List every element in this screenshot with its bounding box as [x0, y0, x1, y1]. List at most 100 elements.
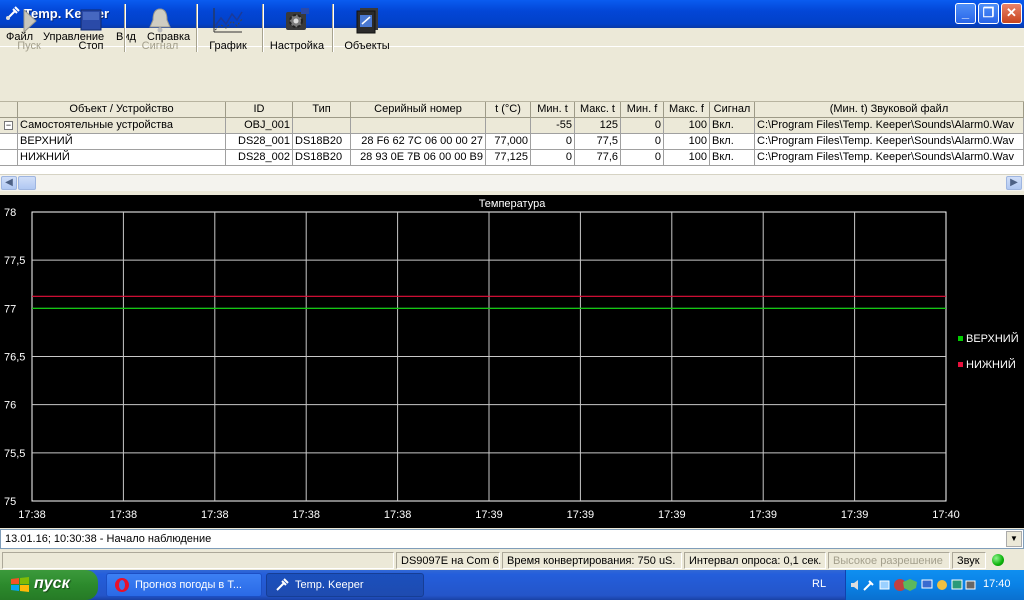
- security-icon: [903, 579, 917, 591]
- objects-button[interactable]: Объекты: [340, 4, 394, 54]
- monitor-icon: [921, 579, 933, 589]
- chart-button[interactable]: График: [204, 4, 252, 54]
- status-resolution: Высокое разрешение: [828, 552, 950, 569]
- cell-id: DS28_002: [226, 150, 293, 166]
- cell-serial: 28 93 0E 7B 06 00 00 B9: [351, 150, 486, 166]
- language-indicator[interactable]: RL: [812, 578, 826, 590]
- scroll-right-button[interactable]: ▶: [1006, 176, 1022, 190]
- cell-min-t: -55: [531, 118, 575, 134]
- cell-max-f: 100: [664, 118, 710, 134]
- x-tick-label: 17:39: [658, 509, 686, 521]
- y-tick-label: 75,5: [4, 448, 25, 460]
- app-tray-icon: [863, 580, 874, 591]
- cell-temp: [486, 118, 531, 134]
- start-button[interactable]: Пуск: [4, 4, 54, 54]
- close-button[interactable]: ✕: [1001, 3, 1022, 24]
- row-indent-cell: [0, 134, 18, 150]
- cell-max-t: 125: [575, 118, 621, 134]
- windows-logo-icon: [11, 577, 29, 592]
- cell-min-f: 0: [621, 134, 664, 150]
- stop-button[interactable]: Стоп: [64, 4, 118, 54]
- display-icon: [951, 579, 963, 590]
- chevron-left-icon: ◀: [5, 177, 13, 188]
- cell-min-t: 0: [531, 150, 575, 166]
- cell-type: DS18B20: [293, 150, 351, 166]
- stop-icon: [80, 9, 102, 31]
- col-min-t[interactable]: Мин. t: [531, 102, 575, 118]
- bell-icon: [149, 8, 171, 33]
- scroll-left-button[interactable]: ◀: [1, 176, 17, 190]
- event-log-combo[interactable]: 13.01.16; 10:30:38 - Начало наблюдение ▼: [0, 529, 1024, 549]
- objects-icon: [356, 8, 378, 34]
- x-tick-label: 17:38: [18, 509, 46, 521]
- gear-tray-icon: [937, 580, 947, 590]
- header-expander-col: [0, 102, 18, 118]
- device-icon: [965, 580, 976, 590]
- device-table: Объект / Устройство ID Тип Серийный номе…: [0, 102, 1024, 174]
- chevron-right-icon: ▶: [1010, 177, 1018, 188]
- collapse-icon[interactable]: −: [4, 121, 13, 130]
- status-interval: Интервал опроса: 0,1 сек.: [684, 552, 826, 569]
- cell-temp: 77,125: [486, 150, 531, 166]
- log-dropdown-button[interactable]: ▼: [1006, 531, 1022, 547]
- cell-serial: 28 F6 62 7C 06 00 00 27: [351, 134, 486, 150]
- minimize-icon: _: [961, 5, 970, 20]
- event-log-text: 13.01.16; 10:30:38 - Начало наблюдение: [5, 533, 212, 545]
- y-tick-label: 76,5: [4, 352, 25, 364]
- col-object[interactable]: Объект / Устройство: [18, 102, 226, 118]
- col-max-t[interactable]: Макс. t: [575, 102, 621, 118]
- row-indent-cell: [0, 150, 18, 166]
- table-row[interactable]: ВЕРХНИЙ DS28_001 DS18B20 28 F6 62 7C 06 …: [0, 134, 1024, 150]
- col-max-f[interactable]: Макс. f: [664, 102, 710, 118]
- col-id[interactable]: ID: [226, 102, 293, 118]
- chevron-down-icon: ▼: [1010, 534, 1018, 543]
- table-row[interactable]: НИЖНИЙ DS28_002 DS18B20 28 93 0E 7B 06 0…: [0, 150, 1024, 166]
- col-sound[interactable]: (Мин. t) Звуковой файл: [755, 102, 1024, 118]
- col-min-f[interactable]: Мин. f: [621, 102, 664, 118]
- chart-plot: 17:38 17:38 17:38 17:38 17:38 17:39 17:39 17:39…: [4, 207, 1019, 521]
- col-serial[interactable]: Серийный номер: [351, 102, 486, 118]
- cell-max-t: 77,5: [575, 134, 621, 150]
- toolbar-separator: [124, 4, 126, 52]
- y-tick-label: 77: [4, 303, 16, 315]
- group-expander-cell: −: [0, 118, 18, 134]
- task-label: Temp. Keeper: [295, 579, 364, 591]
- maximize-button[interactable]: ❐: [978, 3, 999, 24]
- x-tick-label: 17:39: [841, 509, 869, 521]
- col-temp[interactable]: t (°С): [486, 102, 531, 118]
- signal-button[interactable]: Сигнал: [134, 4, 186, 54]
- status-empty-panel: [2, 552, 394, 569]
- toolbar-separator: [332, 4, 334, 52]
- cell-signal: Вкл.: [710, 134, 755, 150]
- x-tick-label: 17:40: [932, 509, 960, 521]
- close-icon: ✕: [1006, 5, 1017, 20]
- legend-swatch-2: [958, 362, 963, 367]
- start-label: пуск: [34, 575, 70, 592]
- opera-icon: [115, 578, 129, 592]
- x-tick-label: 17:39: [475, 509, 503, 521]
- col-signal[interactable]: Сигнал: [710, 102, 755, 118]
- cell-signal: Вкл.: [710, 118, 755, 134]
- cell-id: DS28_001: [226, 134, 293, 150]
- cell-type: [293, 118, 351, 134]
- cell-max-t: 77,6: [575, 150, 621, 166]
- network-icon: [879, 580, 890, 590]
- app-task-icon: [276, 578, 289, 591]
- horizontal-scrollbar[interactable]: ◀ ▶: [0, 174, 1024, 191]
- toolbar-separator: [262, 4, 264, 52]
- col-type[interactable]: Тип: [293, 102, 351, 118]
- y-tick-label: 75: [4, 496, 16, 508]
- status-led-icon: [992, 554, 1004, 566]
- scroll-thumb[interactable]: [18, 176, 36, 190]
- table-group-row[interactable]: − Самостоятельные устройства OBJ_001 -55…: [0, 118, 1024, 134]
- x-tick-label: 17:39: [567, 509, 595, 521]
- status-sound: Звук: [952, 552, 986, 569]
- settings-button[interactable]: Настройка: [268, 4, 326, 54]
- minimize-button[interactable]: _: [955, 3, 976, 24]
- volume-icon: [851, 580, 858, 590]
- toolbar-separator: [196, 4, 198, 52]
- table-header: Объект / Устройство ID Тип Серийный номе…: [0, 102, 1024, 118]
- cell-min-f: 0: [621, 118, 664, 134]
- status-port: DS9097E на Com 6: [396, 552, 500, 569]
- settings-icon: [286, 8, 309, 30]
